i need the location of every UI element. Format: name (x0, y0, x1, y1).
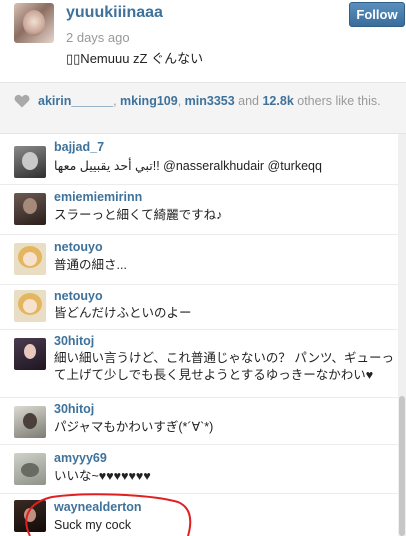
avatar[interactable] (14, 500, 46, 532)
heart-icon[interactable] (14, 94, 30, 108)
liker-link[interactable]: mking109 (120, 94, 178, 108)
follow-button[interactable]: Follow (349, 2, 405, 27)
list-item: waynealderton Suck my cock (0, 494, 398, 536)
list-item: netouyo 普通の細さ... (0, 235, 398, 285)
comment-text: Suck my cock (54, 518, 132, 532)
post-time: 2 days ago (66, 30, 130, 45)
list-item: emiemiemirinn スラーっと細くて綺麗ですね♪ (0, 185, 398, 235)
post-caption: ▯▯Nemuuu zZ ぐんない (66, 51, 204, 66)
comment-username[interactable]: amyyy69 (54, 451, 107, 465)
comment-text: スラーっと細くて綺麗ですね♪ (54, 208, 223, 222)
comment-text: パジャマもかわいすぎ(*´∀`*) (54, 420, 214, 434)
comment-username[interactable]: waynealderton (54, 500, 142, 514)
list-item: amyyy69 いいな~♥♥♥♥♥♥♥ (0, 445, 398, 493)
likes-section: akirin______, mking109, min3353 and 12.8… (0, 82, 406, 134)
avatar[interactable] (14, 338, 46, 370)
list-item: bajjad_7 تبي أحد يقبييل معها!! @nasseral… (0, 134, 398, 184)
avatar[interactable] (14, 243, 46, 275)
comment-text: 皆どんだけふといのよー (54, 306, 192, 320)
comment-username[interactable]: 30hitoj (54, 402, 94, 416)
avatar[interactable] (14, 193, 46, 225)
comment-username[interactable]: emiemiemirinn (54, 190, 142, 204)
liker-link[interactable]: akirin______ (38, 94, 113, 108)
comment-text: いいな~♥♥♥♥♥♥♥ (54, 469, 151, 483)
liker-link[interactable]: min3353 (185, 94, 235, 108)
post-header: yuuukiiinaaa 2 days ago ▯▯Nemuuu zZ ぐんない… (0, 0, 406, 82)
comment-text: 普通の細さ... (54, 258, 127, 272)
avatar[interactable] (14, 406, 46, 438)
likes-others-suffix: others like this. (293, 94, 381, 108)
likes-others-count[interactable]: 12.8k (262, 94, 293, 108)
avatar[interactable] (14, 146, 46, 178)
avatar[interactable] (14, 290, 46, 322)
likes-separator: , (177, 94, 185, 108)
scrollbar[interactable] (398, 134, 406, 536)
comment-username[interactable]: netouyo (54, 289, 103, 303)
post-username[interactable]: yuuukiiinaaa (66, 4, 163, 22)
scrollbar-thumb[interactable] (399, 396, 405, 536)
likes-text: akirin______, mking109, min3353 and 12.8… (38, 93, 388, 110)
comment-username[interactable]: netouyo (54, 240, 103, 254)
likes-separator: , (113, 94, 121, 108)
comment-username[interactable]: 30hitoj (54, 334, 94, 348)
avatar[interactable] (14, 3, 54, 43)
comment-username[interactable]: bajjad_7 (54, 140, 104, 154)
comment-text: 細い細い言うけど、これ普通じゃないの？ パンツ、ギューって上げて少しでも長く見せ… (54, 351, 394, 382)
list-item: netouyo 皆どんだけふといのよー (0, 285, 398, 330)
comment-text: تبي أحد يقبييل معها!! @nasseralkhudair @… (54, 159, 322, 173)
list-item: 30hitoj パジャマもかわいすぎ(*´∀`*) (0, 398, 398, 445)
likes-and: and (234, 94, 263, 108)
list-item: 30hitoj 細い細い言うけど、これ普通じゃないの？ パンツ、ギューって上げて… (0, 330, 398, 398)
avatar[interactable] (14, 453, 46, 485)
